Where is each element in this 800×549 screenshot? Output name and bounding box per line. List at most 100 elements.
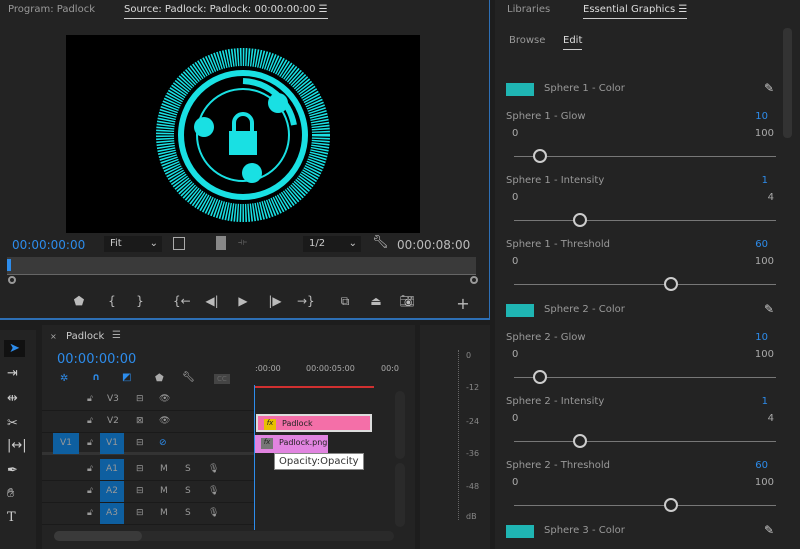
track-name[interactable]: V3 xyxy=(107,394,119,404)
eye-hidden-icon[interactable]: ⊘ xyxy=(159,438,167,448)
lock-icon[interactable]: 🔓︎ xyxy=(87,486,93,496)
slider-track[interactable] xyxy=(514,434,776,448)
track-target[interactable]: V1 xyxy=(100,433,124,454)
color-swatch[interactable] xyxy=(506,525,534,538)
zoom-select[interactable]: Fit ⌄ xyxy=(104,236,162,252)
sync-icon[interactable]: ⊟ xyxy=(136,486,144,496)
ripple-edit-icon[interactable]: ⇹ xyxy=(7,391,18,406)
menu-icon[interactable]: ☰ xyxy=(112,330,121,341)
track-name[interactable]: V2 xyxy=(107,416,119,426)
play-button[interactable]: ▶ xyxy=(235,294,251,308)
track-target[interactable]: A2 xyxy=(100,481,124,502)
horizontal-scrollbar[interactable] xyxy=(54,531,394,541)
video-scrollbar[interactable] xyxy=(395,391,405,459)
microphone-icon[interactable]: 🎙︎ xyxy=(208,464,219,474)
tab-edit[interactable]: Edit xyxy=(563,35,583,50)
slider-track[interactable] xyxy=(514,277,776,291)
lock-icon[interactable]: 🔓︎ xyxy=(87,508,93,518)
mute-button[interactable]: M xyxy=(160,508,168,518)
sync-icon[interactable]: ⊟ xyxy=(136,464,144,474)
time-ruler[interactable]: :00:00 00:00:05:00 00:0 xyxy=(254,361,399,389)
overwrite-button[interactable]: ⏏ xyxy=(368,294,384,308)
lock-icon[interactable]: 🔓︎ xyxy=(87,394,93,404)
lock-icon[interactable]: 🔓︎ xyxy=(87,416,93,426)
scroll-thumb[interactable] xyxy=(54,531,142,541)
captions-icon[interactable]: CC xyxy=(214,374,230,384)
microphone-icon[interactable]: 🎙︎ xyxy=(208,508,219,518)
slider-knob[interactable] xyxy=(572,434,587,448)
playhead-line[interactable] xyxy=(254,385,255,530)
track-select-icon[interactable]: ⇥ xyxy=(7,366,18,381)
slider-track[interactable] xyxy=(514,149,776,163)
slider-knob[interactable] xyxy=(664,277,679,291)
wrench-icon[interactable]: 🔧︎ xyxy=(372,235,389,250)
close-icon[interactable]: × xyxy=(50,332,57,341)
slider-knob[interactable] xyxy=(664,498,679,512)
microphone-icon[interactable]: 🎙︎ xyxy=(208,486,219,496)
go-to-in-button[interactable]: {← xyxy=(173,294,191,308)
slider-knob[interactable] xyxy=(533,149,548,163)
go-to-out-button[interactable]: →} xyxy=(297,294,315,308)
mark-in-button[interactable]: { xyxy=(104,294,120,308)
pen-icon[interactable]: ✒ xyxy=(7,463,18,478)
mark-out-button[interactable]: } xyxy=(132,294,148,308)
slider-track[interactable] xyxy=(514,213,776,227)
tab-libraries[interactable]: Libraries xyxy=(507,4,550,15)
playhead-timecode[interactable]: 00:00:00:00 xyxy=(12,238,85,252)
color-swatch[interactable] xyxy=(506,83,534,96)
solo-button[interactable]: S xyxy=(185,486,191,496)
mute-button[interactable]: M xyxy=(160,464,168,474)
property-value[interactable]: 60 xyxy=(755,239,768,250)
safe-margins-icon[interactable] xyxy=(173,237,185,250)
tab-essential-graphics[interactable]: Essential Graphics ☰ xyxy=(583,4,688,19)
solo-button[interactable]: S xyxy=(185,464,191,474)
tab-browse[interactable]: Browse xyxy=(509,35,545,46)
playhead[interactable] xyxy=(7,259,11,271)
property-value[interactable]: 10 xyxy=(755,111,768,122)
slider-knob[interactable] xyxy=(533,370,548,384)
sync-icon[interactable]: ⊟ xyxy=(136,394,144,404)
linked-selection-icon[interactable]: ◩ xyxy=(122,372,131,383)
resolution-select[interactable]: 1/2 ⌄ xyxy=(303,236,361,252)
property-value[interactable]: 1 xyxy=(762,396,768,407)
eyedropper-icon[interactable]: ✎ xyxy=(764,81,774,95)
add-button[interactable]: + xyxy=(455,294,471,313)
slider-track[interactable] xyxy=(514,498,776,512)
slip-icon[interactable]: |↔| xyxy=(7,438,27,453)
solo-button[interactable]: S xyxy=(185,508,191,518)
hand-icon[interactable]: ✋︎ xyxy=(7,486,14,501)
eye-icon[interactable]: 👁︎ xyxy=(159,394,170,404)
tab-program[interactable]: Program: Padlock xyxy=(8,4,95,15)
property-value[interactable]: 10 xyxy=(755,332,768,343)
lock-icon[interactable]: 🔓︎ xyxy=(87,438,93,448)
tab-source[interactable]: Source: Padlock: Padlock: 00:00:00:00 ☰ xyxy=(124,4,328,19)
camera-icon[interactable]: 📷︎ xyxy=(399,294,415,308)
track-target[interactable]: A3 xyxy=(100,503,124,524)
slider-knob[interactable] xyxy=(572,213,587,227)
razor-icon[interactable]: ✂ xyxy=(7,416,18,431)
clip-padlock-png[interactable]: fx Padlock.png xyxy=(255,435,328,453)
sequence-title[interactable]: Padlock xyxy=(66,331,104,342)
film-icon[interactable] xyxy=(216,236,226,250)
property-value[interactable]: 1 xyxy=(762,175,768,186)
clip-padlock[interactable]: fx Padlock xyxy=(256,414,372,432)
eyedropper-icon[interactable]: ✎ xyxy=(764,523,774,537)
track-target[interactable]: A1 xyxy=(100,459,124,480)
menu-icon[interactable]: ☰ xyxy=(678,4,687,15)
zoom-handle-left[interactable] xyxy=(8,276,16,284)
sync-icon[interactable]: ⊟ xyxy=(136,438,144,448)
sync-off-icon[interactable]: ⊠ xyxy=(136,416,144,426)
property-value[interactable]: 60 xyxy=(755,460,768,471)
selection-tool-icon[interactable]: ➤ xyxy=(4,340,25,357)
work-area-bar[interactable] xyxy=(254,386,374,388)
mute-button[interactable]: M xyxy=(160,486,168,496)
step-back-button[interactable]: ◀| xyxy=(204,294,220,308)
snap-icon[interactable]: ∩ xyxy=(92,372,100,383)
scrubber-bar[interactable] xyxy=(7,257,476,275)
panel-scrollbar[interactable] xyxy=(783,28,792,138)
lock-icon[interactable]: 🔓︎ xyxy=(87,464,93,474)
type-tool-icon[interactable]: T xyxy=(7,510,16,525)
audio-scrollbar[interactable] xyxy=(395,463,405,527)
timeline-timecode[interactable]: 00:00:00:00 xyxy=(57,352,136,367)
insert-button[interactable]: ⧉ xyxy=(337,294,353,309)
